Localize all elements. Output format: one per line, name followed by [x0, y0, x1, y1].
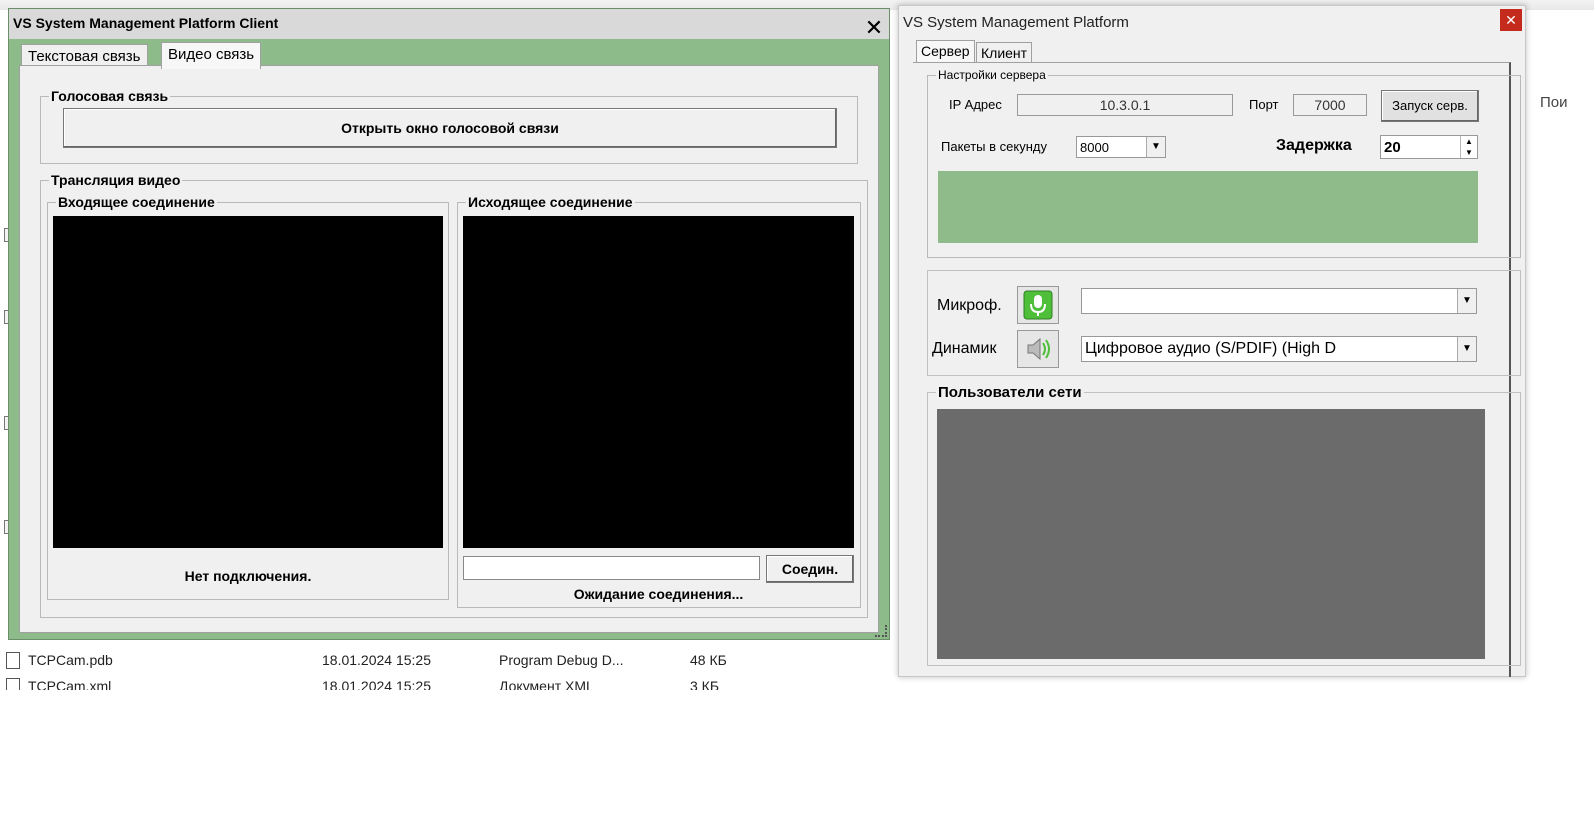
mic-value	[1082, 289, 1085, 305]
outgoing-status: Ожидание соединения...	[573, 586, 744, 602]
file-icon	[6, 652, 20, 669]
speaker-select[interactable]: Цифровое аудио (S/PDIF) (High D ▼	[1081, 336, 1477, 362]
mic-label: Микроф.	[937, 297, 1002, 314]
client-window: VS System Management Platform Client ✕ Т…	[8, 8, 890, 640]
file-date: 18.01.2024 15:25	[322, 652, 431, 668]
file-size: 3 КБ	[690, 678, 720, 690]
spinner-arrows-icon[interactable]: ▲ ▼	[1460, 136, 1477, 158]
outgoing-video	[463, 216, 854, 548]
port-label: Порт	[1249, 97, 1279, 112]
ip-input[interactable]: 10.3.0.1	[1017, 94, 1233, 116]
start-server-button[interactable]: Запуск серв.	[1381, 90, 1479, 122]
microphone-icon	[1023, 290, 1053, 320]
chevron-down-icon[interactable]: ▼	[1146, 137, 1165, 157]
search-box-partial[interactable]: Пои	[1540, 94, 1568, 111]
packets-value: 8000	[1080, 140, 1109, 155]
delay-label: Задержка	[1276, 137, 1352, 154]
microphone-button[interactable]	[1017, 286, 1059, 324]
users-group-label: Пользователи сети	[938, 384, 1082, 401]
open-voice-window-button[interactable]: Открыть окно голосовой связи	[63, 108, 837, 148]
speaker-value: Цифровое аудио (S/PDIF) (High D	[1085, 340, 1336, 357]
packets-label: Пакеты в секунду	[941, 139, 1047, 154]
delay-spinner[interactable]: 20 ▲ ▼	[1380, 135, 1478, 159]
file-size: 48 КБ	[690, 652, 727, 668]
speaker-icon	[1027, 337, 1050, 361]
packets-select[interactable]: 8000 ▼	[1076, 136, 1166, 158]
incoming-group-label: Входящее соединение	[58, 194, 215, 210]
file-name: TCPCam.pdb	[28, 652, 113, 668]
outgoing-group-label: Исходящее соединение	[468, 194, 633, 210]
client-titlebar[interactable]: VS System Management Platform Client ✕	[9, 9, 889, 39]
ip-label: IP Адрес	[949, 97, 1002, 112]
port-input[interactable]: 7000	[1293, 94, 1367, 116]
file-date: 18.01.2024 15:25	[322, 678, 431, 690]
microphone-select[interactable]: ▼	[1081, 288, 1477, 314]
resize-grip-icon[interactable]	[875, 625, 887, 637]
voice-group-label: Голосовая связь	[51, 88, 169, 104]
video-tab-panel: Голосовая связь Открыть окно голосовой с…	[19, 65, 879, 633]
tab-video-chat[interactable]: Видео связь	[161, 42, 262, 69]
file-type: Program Debug D...	[499, 652, 624, 668]
server-status-area	[938, 171, 1478, 243]
speaker-label: Динамик	[932, 340, 997, 357]
video-group-label: Трансляция видео	[51, 172, 181, 188]
connect-address-input[interactable]	[463, 556, 760, 580]
client-title: VS System Management Platform Client	[13, 15, 279, 31]
incoming-video	[53, 216, 443, 548]
incoming-status: Нет подключения.	[184, 568, 312, 584]
chevron-down-icon[interactable]: ▼	[1457, 289, 1476, 313]
close-icon[interactable]: ✕	[863, 17, 885, 39]
delay-value: 20	[1384, 139, 1401, 156]
server-window: VS System Management Platform ✕ Сервер К…	[898, 5, 1526, 677]
close-icon[interactable]: ✕	[1500, 9, 1522, 31]
file-type: Документ XML	[499, 678, 594, 690]
tab-client[interactable]: Клиент	[976, 42, 1033, 63]
server-title: VS System Management Platform	[903, 14, 1129, 31]
settings-group-label: Настройки сервера	[938, 68, 1046, 82]
connect-button[interactable]: Соедин.	[766, 555, 854, 583]
file-row[interactable]: TCPCam.pdb 18.01.2024 15:25 Program Debu…	[0, 648, 760, 672]
chevron-down-icon[interactable]: ▼	[1457, 337, 1476, 361]
network-users-list[interactable]	[937, 409, 1485, 659]
file-icon	[6, 678, 20, 690]
tab-server[interactable]: Сервер	[916, 40, 975, 63]
speaker-button[interactable]	[1017, 330, 1059, 368]
file-row[interactable]: TCPCam.xml 18.01.2024 15:25 Документ XML…	[0, 674, 760, 690]
file-name: TCPCam.xml	[28, 678, 112, 690]
